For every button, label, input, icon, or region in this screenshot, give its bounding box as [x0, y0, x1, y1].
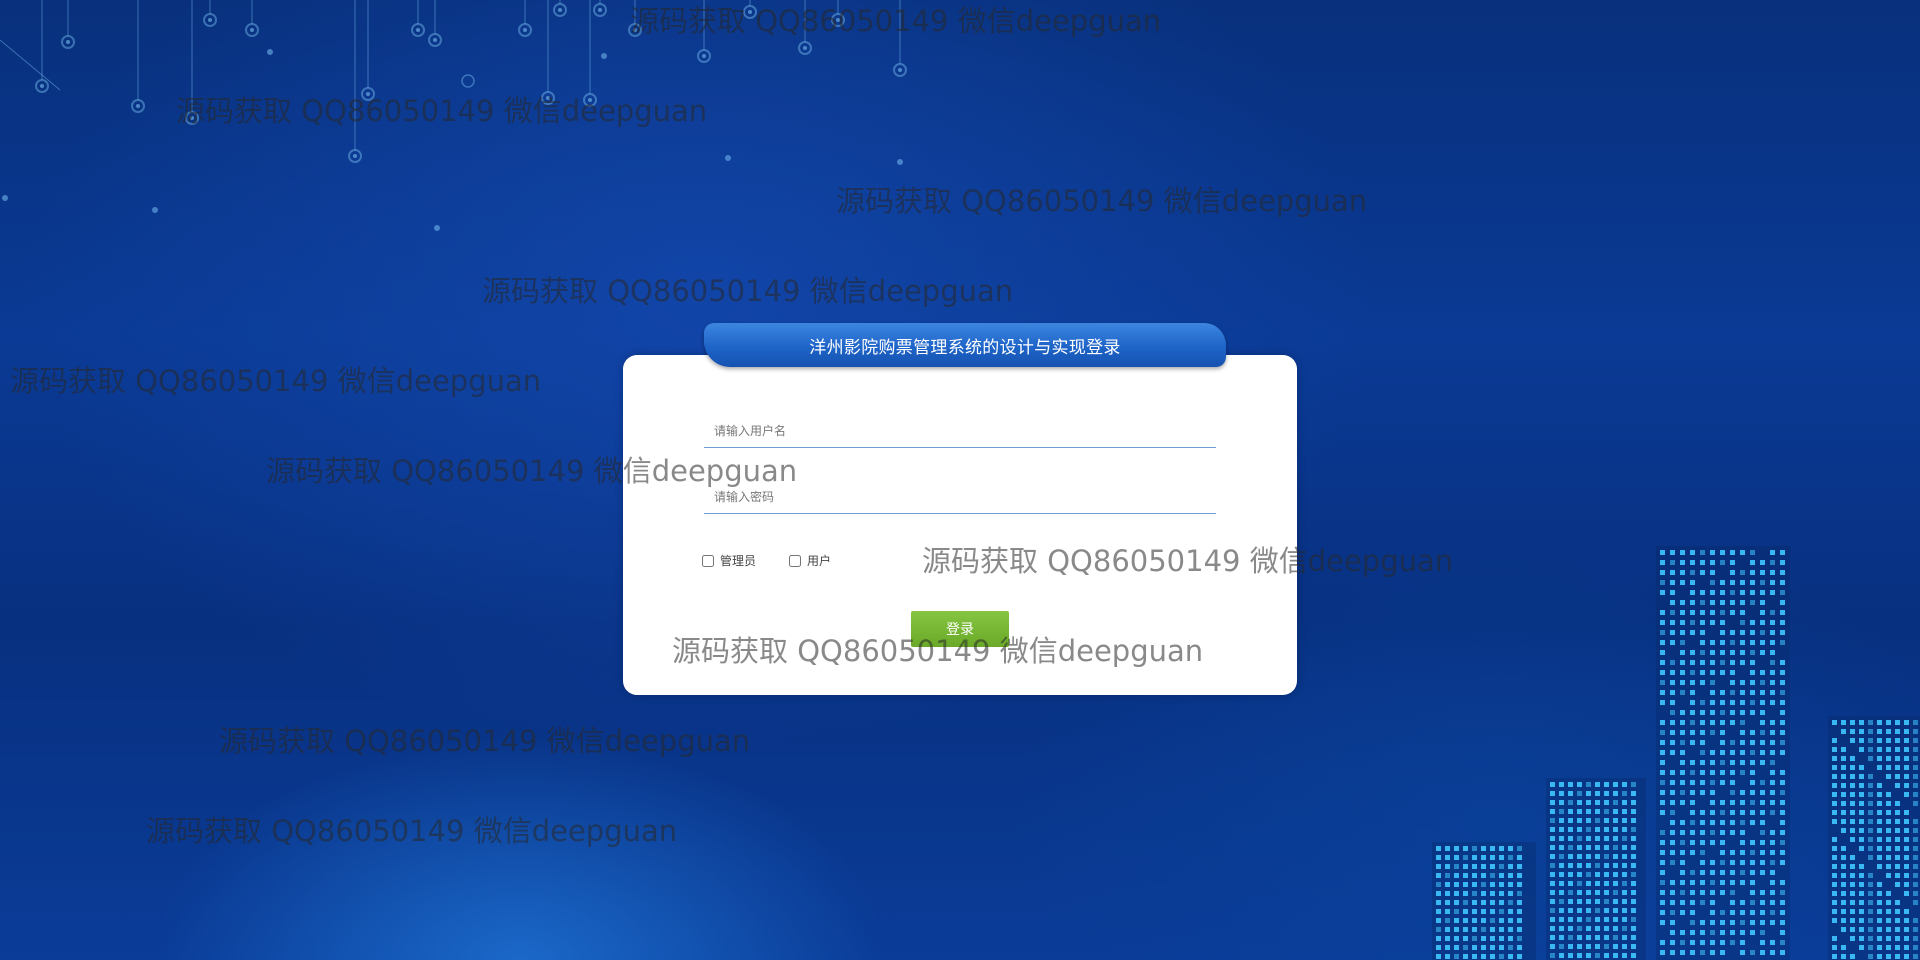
network-nodes-icon: [0, 0, 907, 231]
role-user-option[interactable]: 用户: [789, 552, 831, 569]
login-page-background: 源码获取 QQ86050149 微信deepguan 源码获取 QQ860501…: [0, 0, 1920, 960]
role-admin-checkbox[interactable]: [702, 554, 714, 567]
login-button[interactable]: 登录: [911, 611, 1009, 647]
role-user-checkbox[interactable]: [789, 554, 801, 567]
city-skyline-icon: [1432, 546, 1920, 960]
login-title: 洋州影院购票管理系统的设计与实现登录: [809, 337, 1121, 358]
role-admin-option[interactable]: 管理员: [702, 552, 756, 569]
role-admin-label: 管理员: [720, 554, 757, 568]
login-title-bar: 洋州影院购票管理系统的设计与实现登录: [704, 323, 1226, 367]
password-input[interactable]: [704, 480, 1216, 514]
username-input[interactable]: [704, 414, 1216, 448]
role-user-label: 用户: [807, 554, 832, 568]
